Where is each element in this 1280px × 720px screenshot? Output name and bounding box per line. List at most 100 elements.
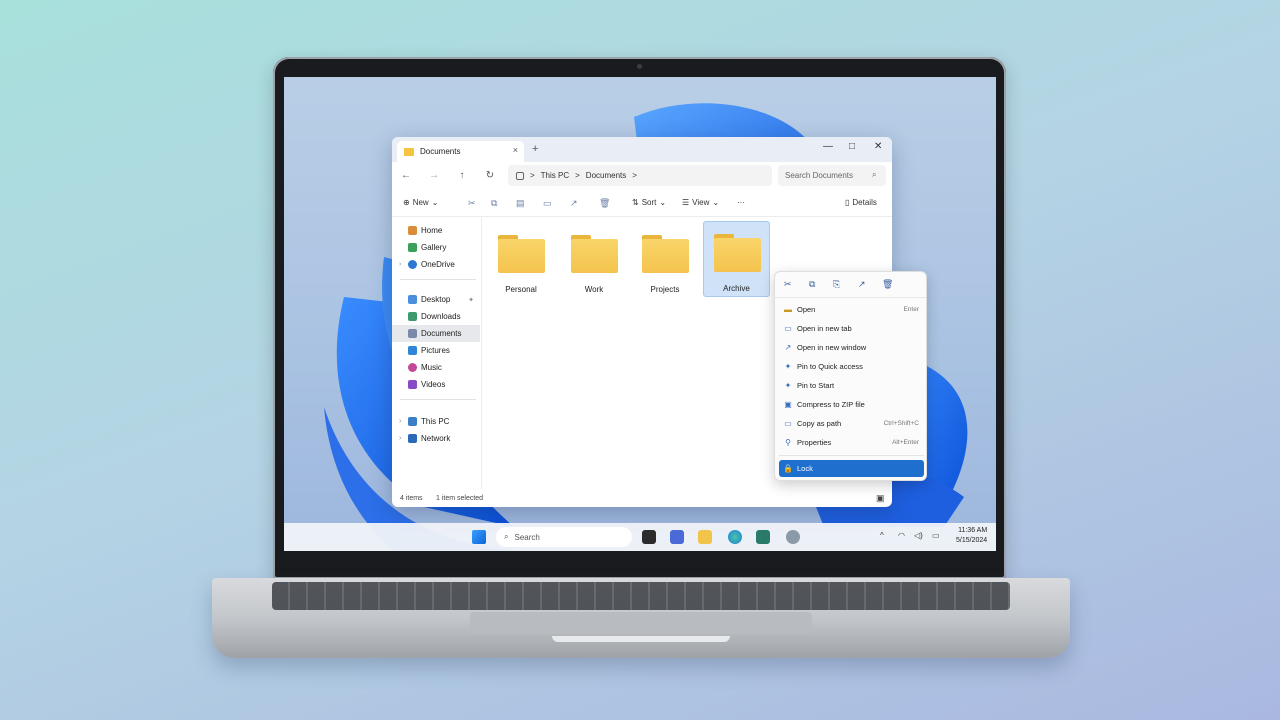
taskbar: ⌕ Search ^ ◠ ◁) ▭ 11:36 AM 5/15/2024 xyxy=(284,523,996,551)
share-icon[interactable]: ↗ xyxy=(858,279,866,290)
new-button[interactable]: ⊕ New ⌄ xyxy=(403,198,438,207)
desktop-screen: Documents × + — □ ✕ ← → ↑ ↻ > This PC > … xyxy=(284,77,996,551)
sidebar-item-this-pc[interactable]: › This PC xyxy=(392,413,480,430)
new-window-icon: ↗ xyxy=(784,343,792,352)
sidebar-item-pictures[interactable]: Pictures xyxy=(392,342,480,359)
battery-icon[interactable]: ▭ xyxy=(932,531,940,540)
close-tab-icon[interactable]: × xyxy=(513,145,518,155)
copy-path-icon: ▭ xyxy=(784,419,792,428)
new-tab-button[interactable]: + xyxy=(532,143,538,155)
tab-documents[interactable]: Documents × xyxy=(397,141,524,162)
start-button-icon[interactable] xyxy=(472,530,486,544)
teams-icon[interactable] xyxy=(670,530,684,544)
sort-button[interactable]: ⇅ Sort ⌄ xyxy=(632,198,666,207)
copy-icon[interactable]: ⧉ xyxy=(491,198,497,209)
navigation-pane: Home Gallery › OneDrive Desktop ✦ Downlo… xyxy=(392,217,482,489)
file-explorer-icon[interactable] xyxy=(698,530,712,544)
folder-icon xyxy=(404,147,414,156)
rename-icon[interactable]: ⎘ xyxy=(833,279,840,290)
search-icon[interactable]: ⌕ xyxy=(872,170,876,180)
menu-item-open-new-window[interactable]: ↗ Open in new window xyxy=(779,339,924,356)
breadcrumb-documents[interactable]: Documents xyxy=(586,171,626,180)
refresh-icon[interactable]: ↻ xyxy=(476,170,504,181)
folder-icon xyxy=(642,235,689,273)
view-button[interactable]: ☰ View ⌄ xyxy=(682,198,719,207)
task-view-icon[interactable] xyxy=(642,530,656,544)
cut-icon[interactable]: ✂ xyxy=(784,279,792,290)
chevron-down-icon: ⌄ xyxy=(712,198,720,207)
volume-icon[interactable]: ◁) xyxy=(914,531,923,540)
forward-icon[interactable]: → xyxy=(420,170,448,181)
search-input[interactable] xyxy=(778,165,886,186)
clock-time: 11:36 AM xyxy=(958,527,988,534)
settings-icon[interactable] xyxy=(786,530,800,544)
address-bar[interactable]: > This PC > Documents > xyxy=(508,165,772,186)
sidebar-item-downloads[interactable]: Downloads xyxy=(392,308,480,325)
edge-browser-icon[interactable] xyxy=(728,530,742,544)
sidebar-item-label: Desktop xyxy=(421,295,451,304)
maximize-button[interactable]: □ xyxy=(849,141,855,152)
menu-item-label: Pin to Start xyxy=(797,381,835,390)
copy-icon[interactable]: ⧉ xyxy=(809,279,815,290)
cut-icon[interactable]: ✂ xyxy=(468,198,476,209)
folder-label: Projects xyxy=(650,285,680,294)
breadcrumb-this-pc[interactable]: This PC xyxy=(541,171,569,180)
up-icon[interactable]: ↑ xyxy=(448,170,476,181)
details-view-icon[interactable]: ▣ xyxy=(876,493,885,504)
folder-item-projects[interactable]: Projects xyxy=(632,223,698,299)
folder-item-personal[interactable]: Personal xyxy=(488,223,554,299)
paste-icon[interactable]: ▤ xyxy=(516,198,525,209)
music-icon xyxy=(408,363,417,372)
breadcrumb-sep-icon: > xyxy=(575,171,580,180)
sidebar-item-videos[interactable]: Videos xyxy=(392,376,480,393)
sidebar-item-desktop[interactable]: Desktop ✦ xyxy=(392,291,480,308)
chevron-up-icon[interactable]: ^ xyxy=(880,531,884,540)
back-icon[interactable]: ← xyxy=(392,170,420,181)
sidebar-item-music[interactable]: Music xyxy=(392,359,480,376)
chevron-down-icon: ⌄ xyxy=(659,198,667,207)
wifi-icon[interactable]: ◠ xyxy=(898,531,905,540)
menu-item-lock[interactable]: 🔒 Lock xyxy=(779,460,924,477)
folder-item-archive[interactable]: Archive xyxy=(703,221,770,297)
share-icon[interactable]: ↗ xyxy=(570,198,578,209)
close-button[interactable]: ✕ xyxy=(874,141,882,152)
menu-item-compress-zip[interactable]: ▣ Compress to ZIP file xyxy=(779,396,924,413)
folder-icon xyxy=(714,234,761,272)
chevron-right-icon[interactable]: › xyxy=(399,261,401,268)
pin-icon: ✦ xyxy=(784,362,792,371)
chevron-right-icon[interactable]: › xyxy=(399,418,401,425)
lid-notch xyxy=(552,636,730,642)
sidebar-divider xyxy=(400,279,476,280)
delete-icon[interactable]: 🗑 xyxy=(599,198,610,209)
folder-item-work[interactable]: Work xyxy=(561,223,627,299)
sidebar-item-network[interactable]: › Network xyxy=(392,430,480,447)
lock-icon: 🔒 xyxy=(783,464,793,473)
sidebar-item-home[interactable]: Home xyxy=(392,222,480,239)
taskbar-search[interactable]: ⌕ Search xyxy=(496,527,632,547)
menu-item-properties[interactable]: ⚲ Properties Alt+Enter xyxy=(779,434,924,451)
details-button[interactable]: ▯ Details xyxy=(845,198,877,207)
menu-item-open-new-tab[interactable]: ▭ Open in new tab xyxy=(779,320,924,337)
chevron-down-icon: ⌄ xyxy=(431,198,439,207)
sidebar-item-onedrive[interactable]: › OneDrive xyxy=(392,256,480,273)
selection-count: 1 item selected xyxy=(436,495,484,502)
menu-item-label: Pin to Quick access xyxy=(797,362,863,371)
computer-icon xyxy=(408,417,417,426)
menu-separator xyxy=(779,455,924,456)
clock[interactable]: 11:36 AM 5/15/2024 xyxy=(956,526,987,546)
sidebar-item-documents[interactable]: Documents xyxy=(392,325,480,342)
menu-item-pin-quick-access[interactable]: ✦ Pin to Quick access xyxy=(779,358,924,375)
menu-item-open[interactable]: ▬ Open Enter xyxy=(779,301,924,318)
chevron-right-icon[interactable]: › xyxy=(399,435,401,442)
sidebar-item-gallery[interactable]: Gallery xyxy=(392,239,480,256)
delete-icon[interactable]: 🗑 xyxy=(882,279,893,290)
menu-item-copy-path[interactable]: ▭ Copy as path Ctrl+Shift+C xyxy=(779,415,924,432)
sidebar-item-label: Gallery xyxy=(421,243,447,252)
more-options-button[interactable]: ··· xyxy=(737,198,745,207)
context-menu: ✂ ⧉ ⎘ ↗ 🗑 ▬ Open Enter ▭ Open in new tab… xyxy=(774,271,927,481)
minimize-button[interactable]: — xyxy=(823,141,833,152)
menu-item-pin-start[interactable]: ✦ Pin to Start xyxy=(779,377,924,394)
rename-icon[interactable]: ▭ xyxy=(543,198,552,209)
store-icon[interactable] xyxy=(756,530,770,544)
webcam xyxy=(637,64,642,69)
